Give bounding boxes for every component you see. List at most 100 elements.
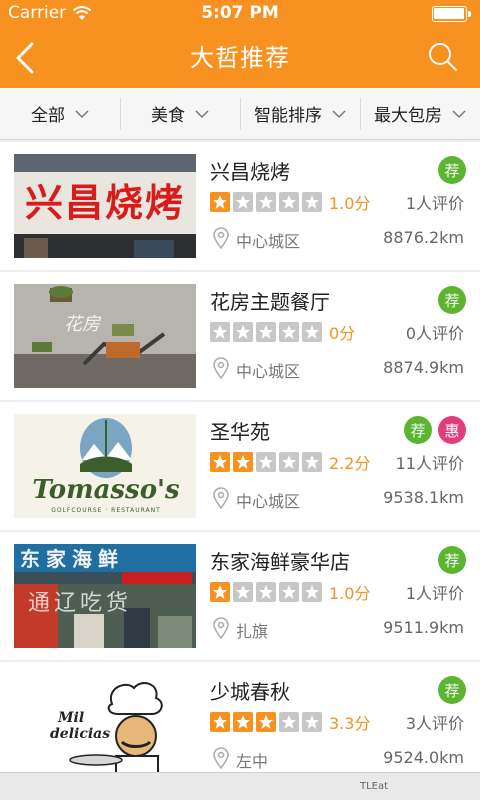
distance: 8876.2km: [383, 228, 464, 247]
svg-text:Mil: Mil: [57, 710, 84, 726]
star-empty-icon: [302, 452, 322, 472]
battery-icon: [432, 6, 472, 22]
recommend-badge: 荐: [438, 676, 466, 704]
distance: 8874.9km: [383, 358, 464, 377]
filter-label: 美食: [151, 106, 185, 126]
rating-score: 1.0分: [329, 194, 371, 213]
rating-score: 1.0分: [329, 584, 371, 603]
recommend-badge: 荐: [438, 286, 466, 314]
star-empty-icon: [279, 192, 299, 212]
distance: 9511.9km: [383, 618, 464, 637]
svg-text:Tomasso's: Tomasso's: [32, 475, 180, 505]
svg-text:通辽吃货: 通辽吃货: [28, 591, 132, 616]
filter-sort[interactable]: 智能排序: [240, 88, 360, 139]
restaurant-photo: Tomasso's GOLFCOURSE · RESTAURANT: [14, 414, 196, 518]
star-empty-icon: [302, 582, 322, 602]
star-empty-icon: [256, 322, 276, 342]
filter-room-size[interactable]: 最大包房: [360, 88, 480, 139]
star-filled-icon: [210, 582, 230, 602]
star-rating: 3.3分: [210, 710, 370, 734]
restaurant-name: 东家海鲜豪华店: [210, 550, 350, 574]
location-pin-icon: [213, 227, 229, 249]
star-empty-icon: [279, 582, 299, 602]
svg-text:兴昌烧烤: 兴昌烧烤: [25, 181, 185, 225]
star-filled-icon: [210, 192, 230, 212]
restaurant-card[interactable]: 兴昌烧烤 兴昌烧烤 荐 1.0分 1人评价 中心城区 8876.2km: [0, 142, 480, 270]
restaurant-name: 花房主题餐厅: [210, 290, 330, 314]
recommend-badge: 荐: [438, 546, 466, 574]
badge-group: 荐: [438, 546, 466, 574]
star-filled-icon: [210, 452, 230, 472]
svg-text:GOLFCOURSE · RESTAURANT: GOLFCOURSE · RESTAURANT: [51, 507, 161, 514]
star-empty-icon: [279, 712, 299, 732]
bottom-toolbar-peek: TLEat: [0, 772, 480, 800]
star-rating: 2.2分: [210, 450, 370, 474]
discount-badge: 惠: [438, 416, 466, 444]
district: 中心城区: [236, 232, 301, 251]
restaurant-card[interactable]: 东家海鲜 通辽吃货 东家海鲜豪华店 荐 1.0分 1人评价 扎旗 9511.9k…: [0, 532, 480, 660]
review-count: 3人评价: [405, 714, 464, 733]
recommend-badge: 荐: [438, 156, 466, 184]
filter-category-all[interactable]: 全部: [0, 88, 120, 139]
filter-type-food[interactable]: 美食: [120, 88, 240, 139]
review-count: 11人评价: [395, 454, 464, 473]
star-rating: 0分: [210, 320, 355, 344]
restaurant-name: 圣华苑: [210, 420, 270, 444]
restaurant-card[interactable]: 花房 花房主题餐厅 荐 0分 0人评价 中心城区 8874.9km: [0, 272, 480, 400]
toolbar-label: TLEat: [360, 781, 389, 792]
review-count: 0人评价: [405, 324, 464, 343]
restaurant-name: 兴昌烧烤: [210, 160, 290, 184]
chevron-down-icon: [332, 109, 346, 118]
district: 中心城区: [236, 492, 301, 511]
star-empty-icon: [256, 452, 276, 472]
district: 扎旗: [236, 622, 269, 641]
location-pin-icon: [213, 617, 229, 639]
rating-score: 3.3分: [329, 714, 371, 733]
restaurant-photo: 兴昌烧烤: [14, 154, 196, 258]
rating-score: 2.2分: [329, 454, 371, 473]
district: 中心城区: [236, 362, 301, 381]
star-filled-icon: [233, 712, 253, 732]
status-bar: Carrier 5:07 PM: [0, 0, 480, 28]
star-filled-icon: [233, 452, 253, 472]
star-empty-icon: [302, 712, 322, 732]
star-filled-icon: [256, 712, 276, 732]
chevron-down-icon: [75, 109, 89, 118]
filter-label: 智能排序: [254, 106, 322, 126]
badge-group: 荐: [438, 156, 466, 184]
star-empty-icon: [233, 322, 253, 342]
filter-label: 最大包房: [374, 106, 442, 126]
star-empty-icon: [256, 192, 276, 212]
distance: 9524.0km: [383, 748, 464, 767]
search-icon: [429, 43, 457, 71]
restaurant-photo: 花房: [14, 284, 196, 388]
recommend-badge: 荐: [404, 416, 432, 444]
restaurant-card[interactable]: Mil delicias 少城春秋 荐 3.3分 3人评价 左中 9524.0k…: [0, 662, 480, 790]
clock: 5:07 PM: [201, 3, 279, 23]
review-count: 1人评价: [405, 584, 464, 603]
chevron-down-icon: [452, 109, 466, 118]
restaurant-photo: Mil delicias: [14, 674, 196, 778]
star-empty-icon: [302, 322, 322, 342]
restaurant-card[interactable]: Tomasso's GOLFCOURSE · RESTAURANT 圣华苑 荐 …: [0, 402, 480, 530]
svg-text:delicias: delicias: [50, 726, 110, 742]
location-pin-icon: [213, 357, 229, 379]
svg-text:东家海鲜: 东家海鲜: [20, 547, 124, 571]
rating-score: 0分: [329, 324, 356, 343]
filter-bar: 全部 美食 智能排序 最大包房: [0, 88, 480, 140]
star-empty-icon: [302, 192, 322, 212]
search-button[interactable]: [426, 40, 460, 74]
star-rating: 1.0分: [210, 190, 370, 214]
restaurant-list: 兴昌烧烤 兴昌烧烤 荐 1.0分 1人评价 中心城区 8876.2km 花房 花…: [0, 142, 480, 792]
filter-label: 全部: [31, 106, 65, 126]
chevron-down-icon: [195, 109, 209, 118]
restaurant-photo: 东家海鲜 通辽吃货: [14, 544, 196, 648]
badge-group: 荐: [438, 676, 466, 704]
district: 左中: [236, 752, 269, 771]
star-empty-icon: [233, 192, 253, 212]
page-title: 大哲推荐: [190, 44, 290, 72]
star-empty-icon: [210, 322, 230, 342]
location-pin-icon: [213, 747, 229, 769]
location-pin-icon: [213, 487, 229, 509]
star-empty-icon: [256, 582, 276, 602]
